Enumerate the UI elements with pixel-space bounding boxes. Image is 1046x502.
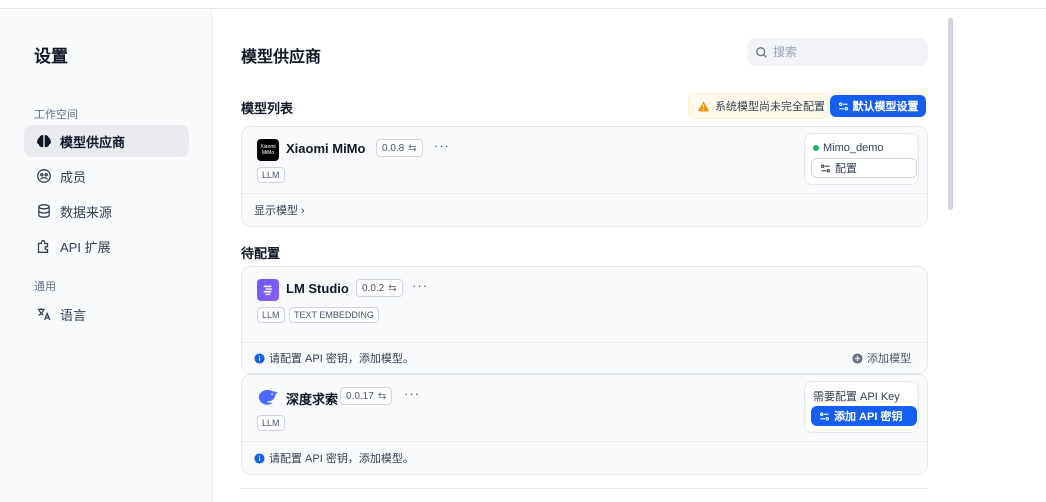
version-badge[interactable]: 0.0.2 ⇆	[356, 279, 403, 297]
sidebar-item-language[interactable]: 语言	[24, 298, 189, 330]
config-hint: 请配置 API 密钥，添加模型。	[269, 453, 414, 465]
group-label-general: 通用	[34, 281, 56, 293]
brain-icon	[36, 133, 52, 149]
sidebar-item-label: 成员	[60, 169, 87, 185]
provider-card-xiaomi-mimo: Xiaomi MiMo Xiaomi MiMo 0.0.8 ⇆ ··· LLM M…	[241, 126, 928, 227]
show-models-link[interactable]: 显示模型 ›	[242, 193, 927, 226]
credential-status: Mimo_demo	[811, 140, 914, 156]
search-icon	[756, 46, 767, 58]
model-type-tag: TEXT EMBEDDING	[289, 307, 379, 323]
provider-name: LM Studio	[286, 281, 349, 296]
warning-icon	[697, 100, 710, 111]
sidebar-item-model-provider[interactable]: 模型供应商	[24, 125, 189, 157]
model-type-tag: LLM	[257, 307, 285, 323]
database-icon	[36, 203, 52, 219]
more-options-icon[interactable]: ···	[412, 278, 428, 293]
add-model-button[interactable]: 添加模型	[852, 343, 911, 373]
members-icon	[36, 168, 52, 184]
vertical-scrollbar[interactable]	[948, 18, 953, 210]
sidebar-title: 设置	[34, 47, 68, 66]
card-footer: 请配置 API 密钥，添加模型。 添加模型	[242, 342, 927, 373]
sidebar-item-label: 数据来源	[60, 204, 113, 220]
model-list-title: 模型列表	[241, 101, 294, 116]
provider-name: 深度求索	[286, 392, 339, 407]
settings-sliders-icon	[820, 411, 829, 421]
sidebar-item-api-extension[interactable]: API 扩展	[24, 230, 189, 262]
model-type-tag: LLM	[257, 167, 285, 183]
more-options-icon[interactable]: ···	[434, 138, 450, 153]
search-box[interactable]	[747, 38, 928, 66]
swap-icon: ⇆	[377, 390, 387, 402]
status-dot-icon	[813, 145, 819, 151]
provider-status-panel: Mimo_demo 配置	[804, 133, 919, 185]
settings-sliders-icon	[821, 163, 830, 173]
settings-sidebar: 设置 工作空间 模型供应商 成员 数据来源 API 扩展 通用 语言	[0, 10, 212, 502]
sidebar-item-members[interactable]: 成员	[24, 160, 189, 192]
provider-card-deepseek: 深度求索 0.0.17 ⇆ ··· LLM 需要配置 API Key 添加 API…	[241, 374, 928, 475]
info-icon	[254, 352, 265, 364]
deepseek-logo	[257, 387, 279, 409]
divider	[241, 488, 928, 489]
puzzle-icon	[36, 238, 52, 254]
info-icon	[254, 452, 265, 464]
settings-sliders-icon	[838, 101, 848, 111]
swap-icon: ⇆	[388, 282, 397, 294]
plus-circle-icon	[852, 352, 863, 364]
more-options-icon[interactable]: ···	[404, 386, 420, 401]
swap-icon: ⇆	[408, 142, 417, 154]
translate-icon	[36, 306, 52, 322]
api-key-required-text: 需要配置 API Key	[813, 391, 900, 403]
config-hint: 请配置 API 密钥，添加模型。	[269, 353, 414, 365]
provider-card-lm-studio: LM Studio 0.0.2 ⇆ ··· LLM TEXT EMBEDDING …	[241, 266, 928, 374]
group-label-workspace: 工作空间	[34, 109, 78, 121]
page-title: 模型供应商	[241, 49, 322, 66]
main-content: 模型供应商 模型列表 系统模型尚未完全配置 默认模型设置 Xiaomi MiMo…	[213, 10, 948, 502]
model-type-tag: LLM	[257, 415, 285, 431]
sidebar-item-data-source[interactable]: 数据来源	[24, 195, 189, 227]
provider-status-panel: 需要配置 API Key 添加 API 密钥	[804, 381, 919, 433]
window-top-border	[0, 8, 1046, 9]
default-model-settings-button[interactable]: 默认模型设置	[830, 95, 926, 117]
add-api-key-button[interactable]: 添加 API 密钥	[811, 406, 917, 426]
version-badge[interactable]: 0.0.17 ⇆	[340, 387, 393, 405]
sidebar-item-label: API 扩展	[60, 239, 111, 255]
lm-studio-logo	[257, 279, 279, 301]
sidebar-item-label: 模型供应商	[60, 134, 126, 150]
sidebar-item-label: 语言	[60, 307, 87, 323]
provider-name: Xiaomi MiMo	[286, 141, 366, 156]
xiaomi-mimo-logo: Xiaomi MiMo	[257, 139, 279, 161]
configure-button[interactable]: 配置	[811, 158, 917, 178]
warning-text: 系统模型尚未完全配置	[715, 101, 825, 113]
search-input[interactable]	[773, 45, 913, 59]
card-footer: 请配置 API 密钥，添加模型。	[242, 441, 927, 474]
version-badge[interactable]: 0.0.8 ⇆	[376, 139, 423, 157]
system-model-warning: 系统模型尚未完全配置	[688, 93, 828, 119]
pending-config-title: 待配置	[241, 246, 281, 261]
